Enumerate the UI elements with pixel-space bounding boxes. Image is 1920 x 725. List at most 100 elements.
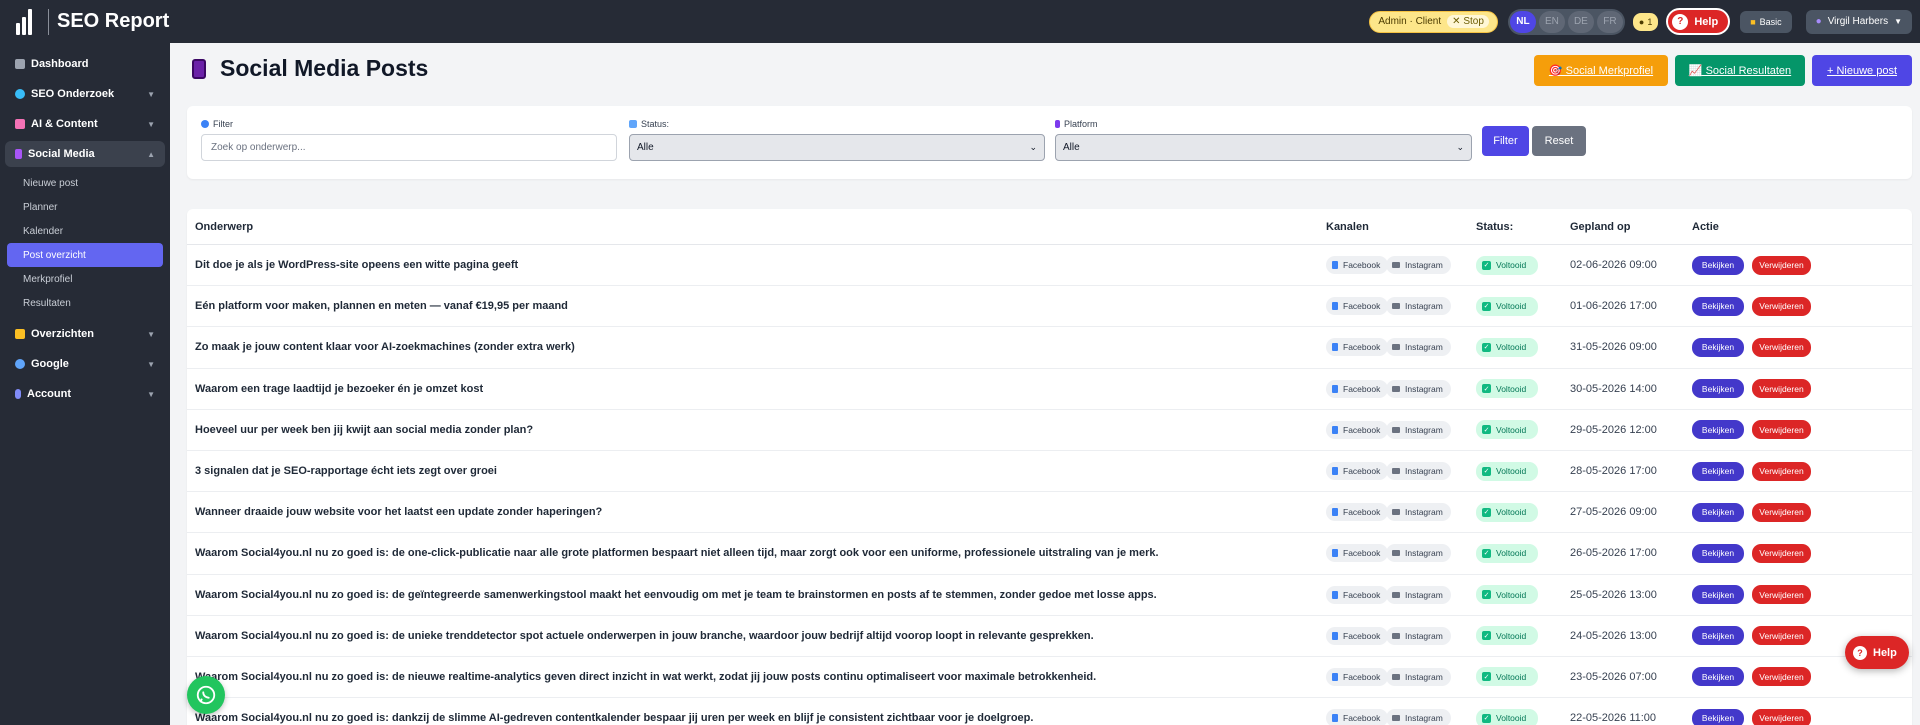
status-badge: ✓ Voltooid [1476, 420, 1538, 440]
sidebar-item-overzichten[interactable]: Overzichten ▼ [5, 321, 165, 347]
channel-chip-instagram: Instagram [1386, 585, 1451, 604]
channel-label: Facebook [1343, 507, 1381, 518]
status-label: Voltooid [1496, 301, 1527, 312]
delete-button[interactable]: Verwijderen [1752, 543, 1811, 563]
table-row: Waarom Social4you.nl nu zo goed is: de u… [187, 616, 1912, 657]
platform-select[interactable]: Alle ⌄ [1055, 134, 1472, 161]
column-header-action: Actie [1692, 220, 1719, 233]
column-header-subject[interactable]: Onderwerp [195, 221, 253, 233]
check-icon: ✓ [1482, 425, 1491, 435]
status-label: Voltooid [1496, 548, 1527, 559]
status-label: Voltooid [1496, 466, 1527, 477]
credits-badge[interactable]: ● 1 [1632, 12, 1659, 31]
language-fr[interactable]: FR [1596, 10, 1623, 33]
logo-chart-icon [14, 7, 42, 37]
credits-count: 1 [1647, 16, 1653, 27]
delete-button[interactable]: Verwijderen [1752, 461, 1811, 481]
delete-button[interactable]: Verwijderen [1752, 379, 1811, 399]
plan-badge[interactable]: ■ Basic [1740, 10, 1792, 33]
delete-button[interactable]: Verwijderen [1752, 667, 1811, 687]
sidebar-item-social-media[interactable]: Social Media ▲ [5, 141, 165, 167]
social-resultaten-button[interactable]: 📈 Social Resultaten [1675, 55, 1805, 86]
language-de[interactable]: DE [1567, 10, 1594, 33]
social-merkprofiel-button[interactable]: 🎯 Social Merkprofiel [1534, 55, 1668, 86]
language-en[interactable]: EN [1538, 10, 1565, 33]
facebook-icon [1332, 384, 1338, 393]
sidebar-item-ai-content[interactable]: AI & Content ▼ [5, 111, 165, 137]
floating-help-button[interactable]: ? Help [1845, 636, 1909, 669]
channel-chip-instagram: Instagram [1386, 420, 1451, 439]
delete-button[interactable]: Verwijderen [1752, 708, 1811, 725]
status-select[interactable]: Alle ⌄ [629, 134, 1045, 161]
camera-icon [1392, 591, 1400, 598]
phone-icon [15, 149, 22, 159]
logo[interactable]: SEO Report [0, 7, 170, 37]
user-icon [15, 389, 21, 399]
view-button[interactable]: Bekijken [1692, 585, 1744, 605]
channel-chip-facebook: Facebook [1326, 297, 1389, 316]
whatsapp-button[interactable] [187, 676, 225, 714]
admin-client-switch[interactable]: Admin · Client ✕ Stop [1369, 10, 1498, 33]
delete-button[interactable]: Verwijderen [1752, 255, 1811, 275]
plan-label: Basic [1759, 16, 1782, 27]
view-button[interactable]: Bekijken [1692, 626, 1744, 646]
column-header-status: Status: [1476, 220, 1514, 233]
sidebar-subitem-planner[interactable]: Planner [7, 195, 163, 219]
user-menu[interactable]: ● Virgil Harbers ▼ [1805, 9, 1912, 34]
channel-label: Facebook [1343, 630, 1381, 641]
view-button[interactable]: Bekijken [1692, 379, 1744, 399]
sidebar-subitem-nieuwe-post[interactable]: Nieuwe post [7, 171, 163, 195]
post-subject: 3 signalen dat je SEO-rapportage écht ie… [195, 465, 497, 478]
filter-button[interactable]: Filter [1482, 126, 1529, 156]
delete-button[interactable]: Verwijderen [1752, 420, 1811, 440]
column-header-planned[interactable]: Gepland op [1570, 221, 1631, 233]
sidebar-subitem-resultaten[interactable]: Resultaten [7, 291, 163, 315]
facebook-icon [1332, 549, 1338, 558]
facebook-icon [1332, 508, 1338, 517]
new-post-button[interactable]: + Nieuwe post [1812, 55, 1912, 86]
facebook-icon [1332, 467, 1338, 476]
camera-icon [1392, 715, 1400, 722]
view-button[interactable]: Bekijken [1692, 337, 1744, 357]
sidebar-item-dashboard[interactable]: Dashboard [5, 51, 165, 77]
view-button[interactable]: Bekijken [1692, 708, 1744, 725]
sidebar-subitem-merkprofiel[interactable]: Merkprofiel [7, 267, 163, 291]
view-button[interactable]: Bekijken [1692, 255, 1744, 275]
sidebar-item-account[interactable]: Account ▼ [5, 381, 165, 407]
check-icon: ✓ [1482, 301, 1491, 311]
language-nl[interactable]: NL [1509, 10, 1536, 33]
channel-label: Facebook [1343, 301, 1381, 312]
status-badge: ✓ Voltooid [1476, 255, 1538, 275]
reset-button[interactable]: Reset [1532, 126, 1586, 156]
view-button[interactable]: Bekijken [1692, 461, 1744, 481]
facebook-icon [1332, 590, 1338, 599]
sidebar-subitem-kalender[interactable]: Kalender [7, 219, 163, 243]
delete-button[interactable]: Verwijderen [1752, 626, 1811, 646]
search-icon [201, 120, 209, 128]
view-button[interactable]: Bekijken [1692, 420, 1744, 440]
delete-button[interactable]: Verwijderen [1752, 585, 1811, 605]
channel-label: Instagram [1405, 466, 1443, 477]
view-button[interactable]: Bekijken [1692, 502, 1744, 522]
stop-impersonation-button[interactable]: ✕ Stop [1447, 15, 1489, 28]
view-button[interactable]: Bekijken [1692, 543, 1744, 563]
check-icon: ✓ [1482, 342, 1491, 352]
delete-button[interactable]: Verwijderen [1752, 502, 1811, 522]
delete-button[interactable]: Verwijderen [1752, 337, 1811, 357]
chevron-down-icon: ⌄ [1029, 142, 1037, 152]
sidebar: Dashboard SEO Onderzoek ▼ AI & Content ▼… [0, 43, 170, 725]
delete-button[interactable]: Verwijderen [1752, 296, 1811, 316]
top-bar: SEO Report Admin · Client ✕ Stop NL EN D… [0, 0, 1920, 43]
view-button[interactable]: Bekijken [1692, 296, 1744, 316]
status-group: Status: Alle ⌄ [629, 118, 1045, 161]
sidebar-subitem-post-overzicht[interactable]: Post overzicht [7, 243, 163, 267]
sidebar-item-label: Social Media [28, 148, 95, 160]
sidebar-item-google[interactable]: Google ▼ [5, 351, 165, 377]
sidebar-item-seo-onderzoek[interactable]: SEO Onderzoek ▼ [5, 81, 165, 107]
help-button[interactable]: ? Help [1666, 8, 1731, 35]
search-input[interactable]: Zoek op onderwerp... [201, 134, 617, 161]
chevron-down-icon: ⌄ [1456, 142, 1464, 152]
post-subject: Wanneer draaide jouw website voor het la… [195, 506, 603, 519]
view-button[interactable]: Bekijken [1692, 667, 1744, 687]
channel-chip-facebook: Facebook [1326, 420, 1389, 439]
